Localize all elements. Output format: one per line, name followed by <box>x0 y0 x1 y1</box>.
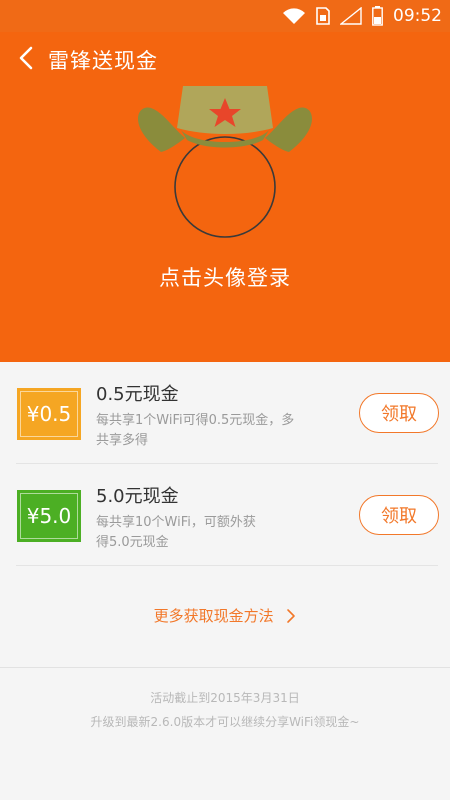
reward-description-line: 每共享1个WiFi可得0.5元现金，多 <box>96 413 295 428</box>
deadline-note: 活动截止到2015年3月31日 <box>150 691 300 705</box>
reward-description-line: 共享多得 <box>96 433 149 448</box>
wifi-icon <box>282 7 306 25</box>
signal-icon <box>340 7 362 25</box>
more-methods-label: 更多获取现金方法 <box>153 607 274 625</box>
sim-card-icon <box>316 7 330 25</box>
reward-description: 每共享10个WiFi，可额外获 得5.0元现金 <box>96 513 331 553</box>
reward-badge: ¥5.0 <box>17 490 81 542</box>
claim-button[interactable]: 领取 <box>359 393 439 433</box>
reward-list: ¥0.5 0.5元现金 每共享1个WiFi可得0.5元现金，多 共享多得 领取 … <box>0 362 450 566</box>
login-prompt[interactable]: 点击头像登录 <box>0 262 450 292</box>
back-arrow-icon <box>18 46 34 74</box>
status-icons: 09:52 <box>282 4 442 28</box>
more-methods-link[interactable]: 更多获取现金方法 <box>0 605 450 626</box>
chevron-right-icon <box>278 607 296 625</box>
avatar[interactable] <box>125 84 325 244</box>
reward-description-line: 得5.0元现金 <box>96 535 169 550</box>
back-button[interactable] <box>12 46 40 74</box>
divider <box>16 565 438 566</box>
ushanka-hat-icon <box>138 86 312 238</box>
reward-description-line: 每共享10个WiFi，可额外获 <box>96 515 256 530</box>
page-title: 雷锋送现金 <box>48 49 158 73</box>
list-item: ¥5.0 5.0元现金 每共享10个WiFi，可额外获 得5.0元现金 领取 <box>0 464 450 566</box>
status-time: 09:52 <box>393 6 442 26</box>
status-bar: 09:52 <box>0 0 450 32</box>
divider <box>0 667 450 668</box>
upgrade-note: 升级到最新2.6.0版本才可以继续分享WiFi领现金~ <box>90 715 360 729</box>
list-item: ¥0.5 0.5元现金 每共享1个WiFi可得0.5元现金，多 共享多得 领取 <box>0 362 450 464</box>
claim-button[interactable]: 领取 <box>359 495 439 535</box>
header-banner: 雷锋送现金 点击头像登录 <box>0 32 450 362</box>
reward-title: 5.0元现金 <box>96 486 179 507</box>
battery-icon <box>372 6 383 26</box>
reward-badge: ¥0.5 <box>17 388 81 440</box>
reward-description: 每共享1个WiFi可得0.5元现金，多 共享多得 <box>96 411 331 451</box>
reward-title: 0.5元现金 <box>96 384 179 405</box>
